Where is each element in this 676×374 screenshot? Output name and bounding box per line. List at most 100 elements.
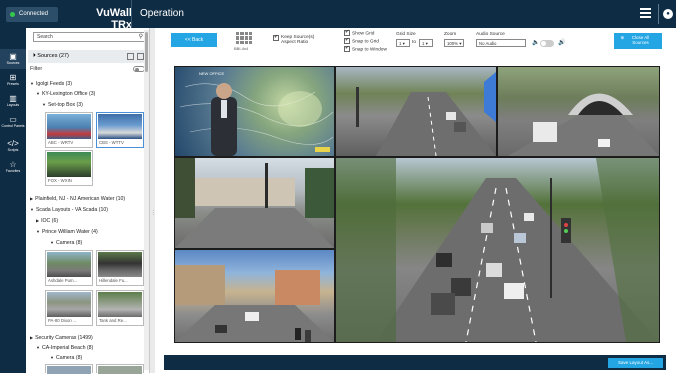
sources-title: Sources (27) bbox=[37, 53, 69, 59]
source-tile-main-traffic[interactable] bbox=[336, 158, 659, 342]
rail-item-presets[interactable]: ⊞ Presets bbox=[0, 73, 26, 91]
tree-item-label: IOC (6) bbox=[41, 218, 59, 224]
grid-size-x-select[interactable]: 1 ▾ bbox=[396, 39, 410, 47]
zoom-select[interactable]: 100% ▾ bbox=[444, 39, 464, 47]
search-input[interactable]: Search ⚲ bbox=[33, 32, 146, 42]
tree-item[interactable]: ▼ Set-top Box (3) bbox=[42, 102, 83, 108]
tree-item-label: Plainfield, NJ - NJ American Water (10) bbox=[35, 196, 126, 202]
thumbnail-image bbox=[98, 114, 142, 139]
source-thumbnail[interactable]: FOX - WXIN bbox=[45, 150, 93, 186]
source-thumbnail[interactable] bbox=[96, 364, 144, 374]
source-tile-tunnel[interactable] bbox=[498, 67, 659, 156]
expand-arrow-icon[interactable]: ▼ bbox=[30, 207, 34, 212]
tree-item[interactable]: ▼ Prince William Water (4) bbox=[36, 229, 98, 235]
top-bar: Connected VuWall TRx Operation ● bbox=[0, 0, 676, 31]
rail-label: Presets bbox=[7, 82, 19, 86]
tree-item-label: Camera (8) bbox=[55, 355, 83, 361]
rail-item-layouts[interactable]: ▥ Layouts bbox=[0, 94, 26, 112]
snap-grid-checkbox[interactable]: Snap to Grid bbox=[344, 37, 379, 44]
expand-arrow-icon[interactable]: ▼ bbox=[36, 91, 40, 96]
expand-arrow-icon[interactable]: ▶ bbox=[30, 196, 33, 201]
expand-arrow-icon[interactable]: ▼ bbox=[36, 345, 40, 350]
expand-arrow-icon[interactable]: ▼ bbox=[50, 355, 54, 360]
source-thumbnail[interactable]: PA-80 Dixon ... bbox=[45, 290, 93, 326]
source-thumbnail[interactable] bbox=[45, 364, 93, 374]
collapse-arrow-icon[interactable]: ⏵ bbox=[33, 53, 36, 59]
filter-row: Filter bbox=[30, 66, 146, 72]
list-view-icon[interactable] bbox=[127, 53, 134, 60]
tree-item-label: Camera (8) bbox=[55, 240, 83, 246]
show-grid-label: Show Grid bbox=[352, 31, 375, 37]
weather-broadcast-image bbox=[179, 83, 334, 156]
select-value: No Audio bbox=[479, 41, 497, 46]
rail-item-control-panels[interactable]: ▭ Control Panels bbox=[0, 115, 26, 135]
source-tile-weather[interactable]: NEW OFFICE bbox=[175, 67, 334, 156]
tree-item[interactable]: ▶ Security Cameras (1499) bbox=[30, 335, 93, 341]
tree-item-label: Set-top Box (3) bbox=[47, 102, 83, 108]
video-wall-canvas[interactable]: NEW OFFICE bbox=[174, 66, 660, 343]
grid-view-icon[interactable] bbox=[137, 53, 144, 60]
grid-size-y-select[interactable]: 1 ▾ bbox=[419, 39, 433, 47]
snap-window-checkbox[interactable]: Snap to Window bbox=[344, 45, 387, 53]
drag-grip-icon[interactable]: ⋮ bbox=[151, 210, 156, 216]
close-circle-icon: ⊗ bbox=[620, 35, 625, 40]
control-panels-icon: ▭ bbox=[9, 115, 17, 124]
back-button[interactable]: << Back bbox=[171, 33, 217, 47]
tree-item[interactable]: ▼ Scada Layouts - VA Scada (10) bbox=[30, 207, 108, 213]
rail-item-favorites[interactable]: ☆ Favorites bbox=[0, 160, 26, 178]
presets-icon: ⊞ bbox=[9, 73, 17, 82]
source-thumbnail[interactable]: ABC - WRTV bbox=[45, 112, 93, 148]
tree-item[interactable]: ▼ Camera (8) bbox=[50, 240, 82, 246]
layout-name: BBI-4x4 bbox=[234, 46, 249, 51]
expand-arrow-icon[interactable]: ▼ bbox=[50, 240, 54, 245]
expand-arrow-icon[interactable]: ▼ bbox=[30, 81, 34, 86]
tree-item[interactable]: ▶ IOC (6) bbox=[36, 218, 58, 224]
panel-resize-handle[interactable]: ⋮ bbox=[150, 28, 156, 373]
filter-label: Filter bbox=[30, 66, 43, 72]
tree-item[interactable]: ▶ Plainfield, NJ - NJ American Water (10) bbox=[30, 196, 125, 202]
tree-item[interactable]: ▼ Igolgi Feeds (3) bbox=[30, 81, 72, 87]
show-grid-checkbox[interactable]: Show Grid bbox=[344, 29, 375, 37]
search-placeholder: Search bbox=[37, 34, 53, 40]
checkbox-icon[interactable] bbox=[344, 45, 350, 52]
expand-arrow-icon[interactable]: ▼ bbox=[36, 229, 40, 234]
thumbnail-caption: Ashdale Pum... bbox=[48, 278, 78, 283]
source-tile-street[interactable] bbox=[175, 158, 334, 248]
close-all-sources-button[interactable]: ⊗ Close All Sources bbox=[614, 33, 662, 49]
source-tile-traffic[interactable] bbox=[336, 67, 496, 156]
sources-header[interactable]: ⏵ Sources (27) bbox=[28, 50, 148, 63]
expand-arrow-icon[interactable]: ▶ bbox=[36, 218, 39, 223]
expand-arrow-icon[interactable]: ▼ bbox=[42, 102, 46, 107]
save-layout-as-button[interactable]: Save Layout As... bbox=[608, 358, 663, 368]
favorites-icon: ☆ bbox=[9, 160, 17, 169]
source-thumbnail[interactable]: Hillendale Fu... bbox=[96, 250, 144, 286]
source-thumbnail[interactable]: Ashdale Pum... bbox=[45, 250, 93, 286]
panel-scrollbar[interactable] bbox=[144, 30, 149, 370]
source-thumbnail[interactable]: CBS - WTTV bbox=[96, 112, 144, 148]
rail-item-scripts[interactable]: </> Scripts bbox=[0, 139, 26, 157]
select-value: 1 bbox=[399, 41, 402, 46]
source-tile-intersection[interactable] bbox=[175, 250, 334, 342]
audio-toggle[interactable] bbox=[540, 40, 554, 47]
thumbnail-image bbox=[47, 114, 91, 139]
checkbox-icon[interactable] bbox=[344, 29, 350, 36]
audio-source-select[interactable]: No Audio bbox=[476, 39, 526, 47]
tree-item-label: Scada Layouts - VA Scada (10) bbox=[35, 207, 108, 213]
scripts-icon: </> bbox=[7, 139, 19, 148]
keep-aspect-checkbox[interactable]: Keep Source(s) Aspect Ratio bbox=[273, 34, 326, 45]
tree-item[interactable]: ▼ Camera (8) bbox=[50, 355, 82, 361]
search-icon[interactable]: ⚲ bbox=[139, 33, 143, 41]
source-thumbnail[interactable]: Tank and Re... bbox=[96, 290, 144, 326]
volume-icon[interactable]: 🔊 bbox=[558, 39, 565, 46]
mute-icon[interactable]: 🔈 bbox=[532, 39, 539, 46]
tree-item[interactable]: ▼ KY-Lexington Office (3) bbox=[36, 91, 95, 97]
checkbox-icon[interactable] bbox=[344, 37, 350, 44]
snap-window-label: Snap to Window bbox=[352, 47, 387, 53]
rail-item-sources[interactable]: ▣ Sources bbox=[0, 49, 26, 69]
user-icon[interactable]: ● bbox=[663, 9, 673, 19]
tree-item[interactable]: ▼ CA-Imperial Beach (8) bbox=[36, 345, 93, 351]
expand-arrow-icon[interactable]: ▶ bbox=[30, 335, 33, 340]
layout-grid-icon[interactable] bbox=[236, 32, 252, 44]
checkbox-icon[interactable] bbox=[273, 34, 279, 41]
hamburger-menu-icon[interactable] bbox=[640, 8, 651, 18]
